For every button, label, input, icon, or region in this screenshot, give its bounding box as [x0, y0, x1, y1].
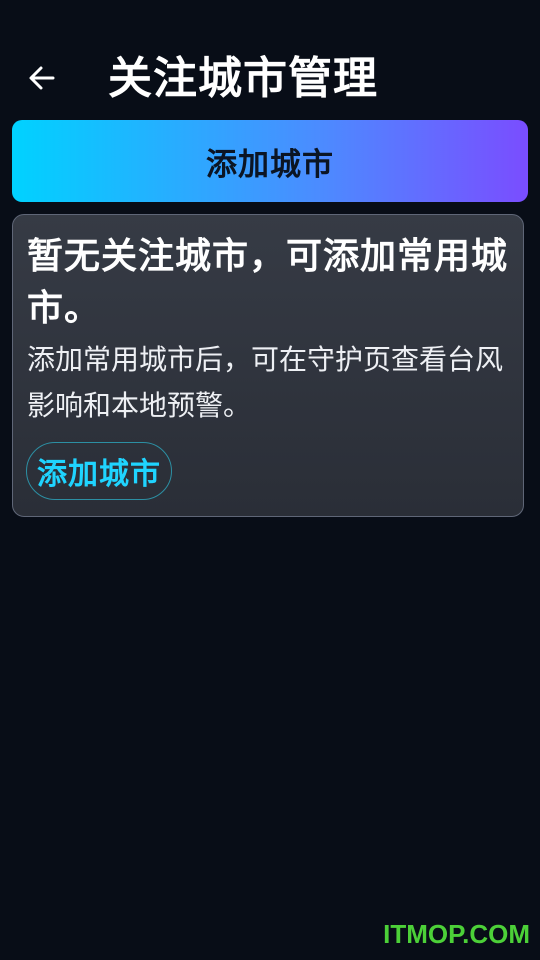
- empty-state-card: 暂无关注城市，可添加常用城市。 添加常用城市后，可在守护页查看台风影响和本地预警…: [12, 214, 524, 517]
- arrow-left-icon: [29, 66, 55, 90]
- back-button[interactable]: [22, 58, 62, 98]
- add-city-button-label: 添加城市: [206, 146, 334, 183]
- add-city-button[interactable]: 添加城市: [12, 120, 528, 202]
- header: 关注城市管理: [0, 48, 540, 110]
- page-title: 关注城市管理: [108, 53, 378, 104]
- card-add-city-button-label: 添加城市: [37, 457, 161, 492]
- watermark: ITMOP.COM: [383, 919, 530, 949]
- empty-state-title: 暂无关注城市，可添加常用城市。: [27, 236, 509, 329]
- empty-state-description: 添加常用城市后，可在守护页查看台风影响和本地预警。: [27, 343, 504, 422]
- card-add-city-button[interactable]: 添加城市: [26, 442, 172, 500]
- page: 关注城市管理 添加城市 暂无关注城市，可添加常用城市。 添加常用城市后，可在守护…: [0, 0, 540, 960]
